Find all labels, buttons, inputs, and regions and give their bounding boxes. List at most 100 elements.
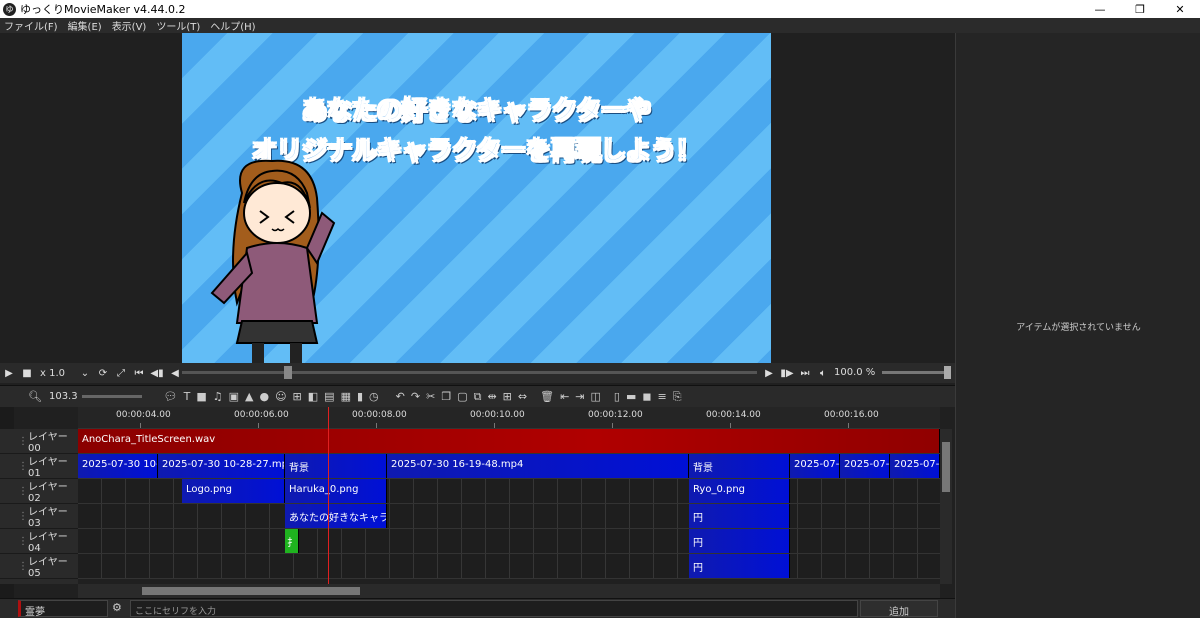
copy-icon[interactable]: ❐: [441, 390, 451, 403]
menu-edit[interactable]: 編集(E): [68, 18, 102, 33]
video-clip[interactable]: 2025-07-30 10-28-27.mp4: [158, 454, 285, 478]
video-clip[interactable]: 2025-07-3: [890, 454, 940, 478]
snap-icon[interactable]: ◫: [591, 390, 601, 403]
image-icon[interactable]: ▣: [229, 390, 239, 403]
preview-canvas[interactable]: あなたの好きなキャラクターや オリジナルキャラクターを再現しよう！: [182, 33, 771, 363]
volume-handle[interactable]: [944, 366, 951, 379]
timeline-ruler[interactable]: 00:00:04.00 00:00:06.00 00:00:08.00 00:0…: [78, 407, 940, 429]
image-clip[interactable]: Haruka_0.png: [285, 479, 387, 503]
open-folder-icon[interactable]: ▬: [626, 390, 636, 403]
play-icon[interactable]: ▶: [0, 364, 18, 382]
volume-icon[interactable]: 🔈︎: [814, 364, 832, 382]
settings-sliders-icon[interactable]: ≡: [658, 390, 667, 403]
redo-icon[interactable]: ↷: [411, 390, 420, 403]
skip-end-icon[interactable]: ⏭: [796, 364, 814, 382]
loop-icon[interactable]: ⟳: [94, 364, 112, 382]
template-icon[interactable]: ▤: [324, 390, 334, 403]
clock-icon[interactable]: ◷: [369, 390, 379, 403]
title-bar: ゆ ゆっくりMovieMaker v4.44.0.2 — ❐ ✕: [0, 0, 1200, 18]
face-icon[interactable]: ☺: [275, 390, 286, 403]
seek-track[interactable]: [182, 371, 757, 374]
video-clip[interactable]: 背景: [285, 454, 387, 478]
zoom-icon[interactable]: 🔍︎: [28, 390, 42, 403]
image-clip[interactable]: Logo.png: [182, 479, 285, 503]
dialogue-input[interactable]: ここにセリフを入力: [130, 600, 858, 617]
layer-lane[interactable]: 扌 円: [78, 529, 940, 554]
zoom-slider[interactable]: [81, 395, 142, 398]
speed-dropdown-icon[interactable]: ⌄: [76, 364, 94, 382]
video-clip[interactable]: 2025-07-3: [790, 454, 840, 478]
split-icon[interactable]: ⇹: [487, 390, 496, 403]
shape-clip[interactable]: 円: [689, 504, 790, 528]
layer-lane[interactable]: 円: [78, 554, 940, 579]
cut-icon[interactable]: ✂: [426, 390, 435, 403]
menu-tools[interactable]: ツール(T): [156, 18, 200, 33]
layer-label[interactable]: レイヤー 01: [0, 454, 78, 479]
frame-forward-icon[interactable]: ▶: [760, 364, 778, 382]
video-clip[interactable]: 背景: [689, 454, 790, 478]
menu-help[interactable]: ヘルプ(H): [210, 18, 255, 33]
effect-icon[interactable]: ⊞: [293, 390, 302, 403]
speech-icon[interactable]: 💬︎: [164, 390, 178, 403]
layer-label[interactable]: レイヤー 00: [0, 429, 78, 454]
align-icon[interactable]: ⇔: [518, 390, 527, 403]
stop-icon[interactable]: ■: [18, 364, 36, 382]
layer-lane[interactable]: 2025-07-30 10-2 2025-07-30 10-28-27.mp4 …: [78, 454, 940, 479]
ruler-label: 00:00:12.00: [588, 410, 643, 420]
music-icon[interactable]: ♫: [213, 390, 223, 403]
horizontal-scroll-thumb[interactable]: [142, 587, 360, 595]
image-clip[interactable]: Ryo_0.png: [689, 479, 790, 503]
video-clip[interactable]: 2025-07-30 16-19-48.mp4: [387, 454, 689, 478]
layer-lane[interactable]: AnoChara_TitleScreen.wav: [78, 429, 940, 454]
step-forward-icon[interactable]: ▮▶: [778, 364, 796, 382]
video-clip[interactable]: 2025-07-30 10-2: [78, 454, 158, 478]
video-clip[interactable]: 2025-07-3: [840, 454, 890, 478]
seek-handle[interactable]: [284, 366, 292, 379]
close-button[interactable]: ✕: [1160, 0, 1200, 18]
group-icon[interactable]: ⧉: [474, 390, 482, 404]
shape-clip[interactable]: 円: [689, 554, 790, 578]
gallery-icon[interactable]: ▦: [341, 390, 351, 403]
video-icon[interactable]: ■: [196, 390, 206, 403]
maximize-button[interactable]: ❐: [1120, 0, 1160, 18]
paste-icon[interactable]: ▢: [457, 390, 467, 403]
layer-label[interactable]: レイヤー 02: [0, 479, 78, 504]
layer-label[interactable]: レイヤー 05: [0, 554, 78, 579]
menu-file[interactable]: ファイル(F): [4, 18, 58, 33]
minimize-button[interactable]: —: [1080, 0, 1120, 18]
playhead[interactable]: [328, 407, 329, 584]
export-icon[interactable]: ⎘: [673, 390, 682, 404]
delete-icon[interactable]: 🗑︎: [540, 390, 554, 403]
layer-label[interactable]: レイヤー 04: [0, 529, 78, 554]
speed-select[interactable]: x 1.0: [36, 368, 76, 379]
volume-slider[interactable]: [882, 371, 944, 374]
vertical-scroll-thumb[interactable]: [942, 442, 950, 492]
step-back-icon[interactable]: ◀▮: [148, 364, 166, 382]
audio-clip[interactable]: AnoChara_TitleScreen.wav: [78, 429, 940, 453]
expand-icon[interactable]: ⤢: [112, 364, 130, 382]
skip-start-icon[interactable]: ⏮: [130, 364, 148, 382]
new-file-icon[interactable]: ▯: [614, 390, 620, 403]
layer-label[interactable]: レイヤー 03: [0, 504, 78, 529]
marker-left-icon[interactable]: ⇤: [560, 390, 569, 403]
character-select[interactable]: 霊夢: [18, 600, 108, 618]
marker-right-icon[interactable]: ⇥: [575, 390, 584, 403]
grid-icon[interactable]: ⊞: [503, 390, 512, 403]
undo-icon[interactable]: ↶: [396, 390, 405, 403]
transition-icon[interactable]: ◧: [308, 390, 318, 403]
layer-lane[interactable]: Logo.png Haruka_0.png Ryo_0.png: [78, 479, 940, 504]
menu-view[interactable]: 表示(V): [112, 18, 147, 33]
character-icon[interactable]: ●: [259, 390, 269, 403]
text-icon[interactable]: T: [184, 390, 191, 403]
shape-clip[interactable]: 円: [689, 529, 790, 553]
shape-icon[interactable]: ▲: [245, 390, 253, 403]
property-panel: アイテムが選択されていません: [955, 33, 1200, 618]
effect-clip[interactable]: 扌: [285, 529, 299, 553]
add-button[interactable]: 追加: [860, 600, 938, 618]
ruler-label: 00:00:10.00: [470, 410, 525, 420]
character-settings-icon[interactable]: ⚙: [112, 601, 122, 614]
save-icon[interactable]: ◼: [642, 390, 651, 403]
layer-lane[interactable]: あなたの好きなキャラクタ- 円: [78, 504, 940, 529]
text-clip[interactable]: あなたの好きなキャラクタ-: [285, 504, 387, 528]
clip-icon[interactable]: ▮: [357, 390, 363, 403]
